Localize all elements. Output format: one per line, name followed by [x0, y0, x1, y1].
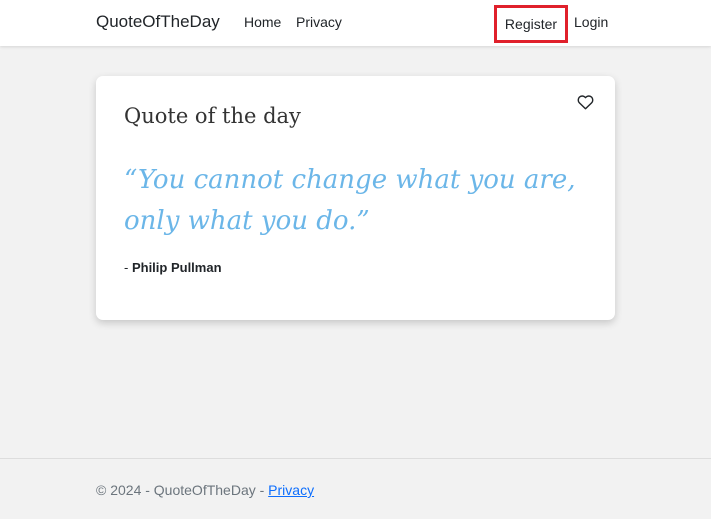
nav-login-link[interactable]: Login	[574, 14, 608, 30]
brand-link[interactable]: QuoteOfTheDay	[96, 12, 220, 32]
nav-privacy-link[interactable]: Privacy	[296, 14, 342, 30]
nav-home-link[interactable]: Home	[244, 14, 281, 30]
author-line: - Philip Pullman	[124, 260, 222, 275]
footer-text: © 2024 - QuoteOfTheDay - Privacy	[96, 482, 314, 498]
nav-register-link[interactable]: Register	[494, 5, 568, 43]
nav-register-label: Register	[504, 16, 558, 32]
page: QuoteOfTheDay Home Privacy Register Logi…	[0, 0, 711, 519]
author-prefix: -	[124, 260, 132, 275]
quote-text: “You cannot change what you are, only wh…	[124, 165, 576, 236]
footer: © 2024 - QuoteOfTheDay - Privacy	[0, 458, 711, 519]
quote-card: Quote of the day “You cannot change what…	[96, 76, 615, 320]
footer-copyright: © 2024 - QuoteOfTheDay -	[96, 482, 269, 498]
card-title: Quote of the day	[124, 104, 301, 128]
footer-privacy-link[interactable]: Privacy	[268, 482, 314, 498]
navbar: QuoteOfTheDay Home Privacy Register Logi…	[0, 0, 711, 46]
author-name: Philip Pullman	[131, 260, 222, 275]
heart-icon[interactable]	[577, 94, 594, 110]
